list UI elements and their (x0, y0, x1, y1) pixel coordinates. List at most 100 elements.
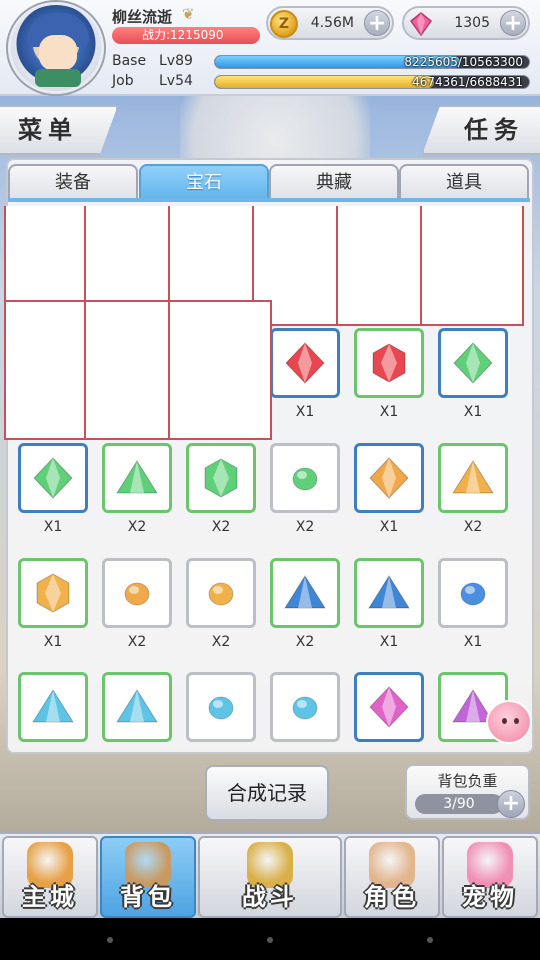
bag-weight-count: 3/90 (415, 794, 503, 814)
system-home-button[interactable] (267, 937, 273, 943)
gem-quantity: X1 (463, 404, 483, 420)
gem-slot[interactable] (354, 328, 424, 398)
gem-slot[interactable] (270, 672, 340, 742)
gem-slot[interactable] (438, 443, 508, 513)
gem-slot[interactable] (18, 672, 88, 742)
blank-block (168, 206, 254, 302)
gem-slot[interactable] (270, 443, 340, 513)
blank-block (4, 206, 86, 302)
gem-quantity: X1 (379, 519, 399, 535)
pink-gem-icon (409, 12, 433, 37)
task-button[interactable]: 任务 (422, 105, 540, 155)
base-exp-text: 8225605/10563300 (404, 55, 523, 69)
nav-backpack[interactable]: 背包 (100, 836, 196, 918)
nav-battle[interactable]: 战斗 (198, 836, 342, 918)
nav-main-city[interactable]: 主城 (2, 836, 98, 918)
base-label: Base (112, 53, 147, 69)
combat-power: 战力:1215090 (112, 27, 260, 44)
player-name: 柳丝流逝 (112, 8, 173, 26)
gem-counter: 1305 + (402, 6, 530, 40)
gem-slot[interactable] (354, 558, 424, 628)
system-back-button[interactable] (107, 937, 113, 943)
system-recents-button[interactable] (427, 937, 433, 943)
add-gem-button[interactable]: + (500, 10, 526, 36)
gem-slot[interactable] (102, 558, 172, 628)
bag-weight-box: 背包负重 3/90 + (405, 764, 530, 820)
gem-slot[interactable] (18, 558, 88, 628)
gem-slot[interactable] (186, 672, 256, 742)
base-exp-bar: 8225605/10563300 (214, 55, 530, 69)
coin-value: 4.56M (310, 15, 354, 31)
nav-battle-label: 战斗 (242, 883, 298, 911)
nav-character[interactable]: 角色 (344, 836, 440, 918)
menu-button[interactable]: 菜单 (0, 105, 118, 155)
gem-slot[interactable] (438, 328, 508, 398)
gem-slot[interactable] (186, 443, 256, 513)
job-exp-fill (215, 76, 435, 88)
gem-round-icon (460, 582, 486, 606)
blank-block (4, 300, 86, 440)
tab-equipment[interactable]: 装备 (8, 164, 138, 200)
pet-eye (514, 718, 519, 724)
gem-value: 1305 (454, 15, 490, 31)
gem-hexagon-icon (204, 458, 238, 498)
gem-slot[interactable] (186, 558, 256, 628)
gem-slot[interactable] (102, 443, 172, 513)
blank-block (84, 206, 170, 302)
gem-triangle-icon (32, 689, 74, 723)
inventory-tabs: 装备 宝石 典藏 道具 (8, 164, 530, 200)
nav-main-city-label: 主城 (22, 883, 78, 911)
gem-triangle-icon (116, 460, 158, 494)
blank-block (84, 300, 170, 440)
gem-quantity: X2 (463, 519, 483, 535)
blank-block (168, 300, 272, 440)
gem-triangle-icon (452, 460, 494, 494)
job-label: Job (112, 73, 134, 89)
avatar[interactable] (8, 2, 104, 94)
gem-slot[interactable] (102, 672, 172, 742)
gem-diamond-icon (369, 457, 409, 499)
tab-items[interactable]: 道具 (399, 164, 529, 200)
add-coin-button[interactable]: + (364, 10, 390, 36)
avatar-face (39, 35, 77, 71)
gem-slot[interactable] (18, 443, 88, 513)
avatar-scarf (35, 69, 81, 87)
gem-slot[interactable] (354, 672, 424, 742)
coin-icon: Z (270, 10, 298, 38)
gem-quantity: X2 (211, 634, 231, 650)
gem-hexagon-icon (36, 573, 70, 613)
nav-pet-label: 宠物 (462, 883, 518, 911)
job-exp-text: 4674361/6688431 (412, 75, 523, 89)
pet-pig-icon[interactable] (486, 700, 532, 744)
job-level-row: Job Lv54 (112, 73, 193, 89)
gem-quantity: X2 (211, 519, 231, 535)
gem-slot[interactable] (354, 443, 424, 513)
gem-quantity: X1 (295, 404, 315, 420)
gem-quantity: X1 (43, 519, 63, 535)
gem-slot[interactable] (270, 558, 340, 628)
gem-slot[interactable] (270, 328, 340, 398)
game-screen: 柳丝流逝 ❦ 战力:1215090 Z 4.56M + 1305 + Base … (0, 0, 540, 960)
gem-quantity: X1 (463, 634, 483, 650)
nav-pet[interactable]: 宠物 (442, 836, 538, 918)
gem-round-icon (208, 696, 234, 720)
synthesis-record-button[interactable]: 合成记录 (205, 765, 329, 821)
tab-underline (8, 198, 530, 202)
expand-bag-button[interactable]: + (497, 790, 525, 818)
base-level-row: Base Lv89 (112, 53, 193, 69)
nav-backpack-label: 背包 (120, 883, 176, 911)
gem-quantity: X2 (127, 519, 147, 535)
tab-collection[interactable]: 典藏 (269, 164, 399, 200)
gem-round-icon (208, 582, 234, 606)
gem-diamond-icon (453, 342, 493, 384)
gem-diamond-icon (285, 342, 325, 384)
coin-counter: Z 4.56M + (266, 6, 394, 40)
tab-gems[interactable]: 宝石 (139, 164, 269, 200)
job-exp-bar: 4674361/6688431 (214, 75, 530, 89)
gem-slot[interactable] (438, 558, 508, 628)
gem-diamond-icon (33, 457, 73, 499)
gem-triangle-icon (116, 689, 158, 723)
gem-hexagon-icon (372, 343, 406, 383)
base-level: Lv89 (159, 53, 193, 69)
gem-diamond-icon (369, 686, 409, 728)
